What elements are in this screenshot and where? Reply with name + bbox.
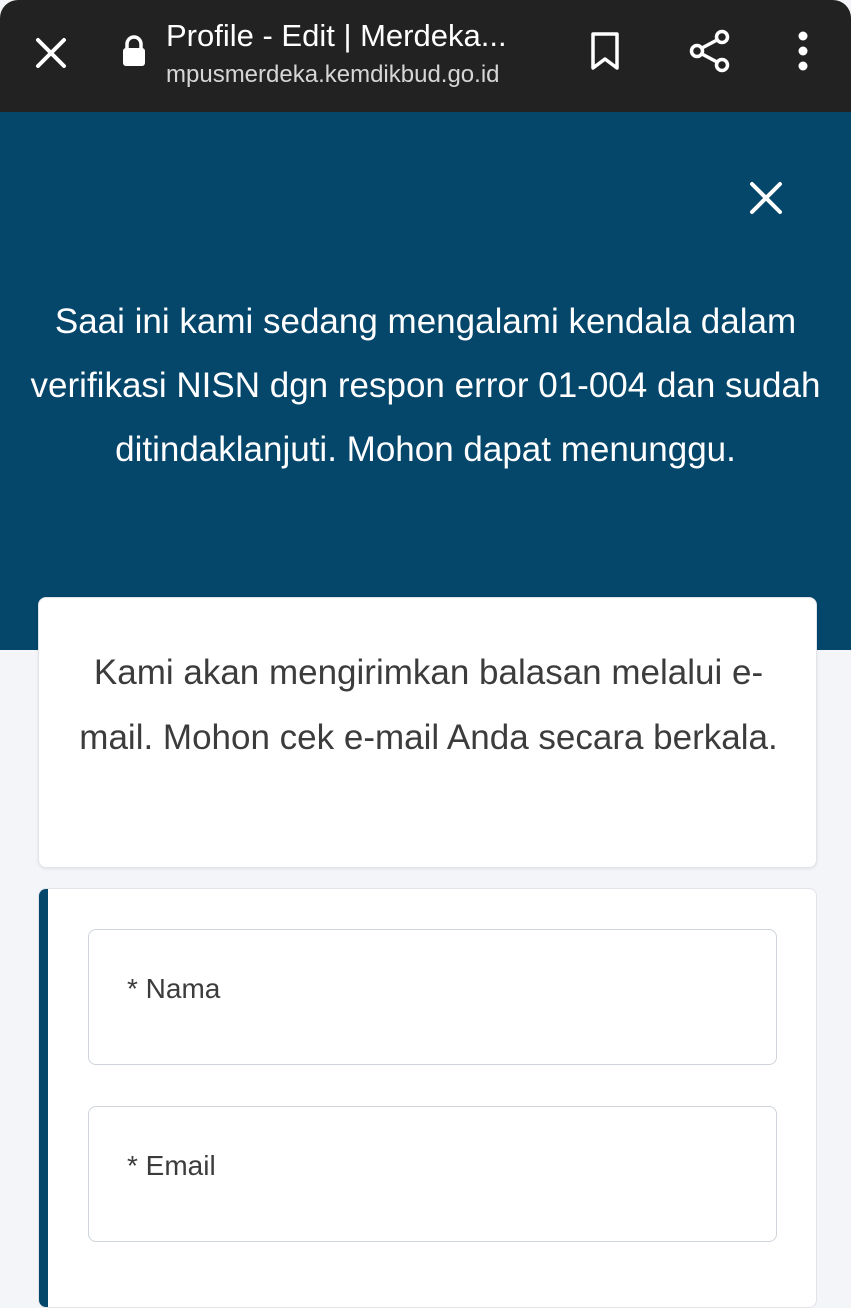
more-options-button[interactable] <box>778 26 828 76</box>
share-button[interactable] <box>685 26 735 76</box>
profile-form: * Nama * Email <box>38 888 817 1308</box>
close-tab-button[interactable] <box>26 28 76 78</box>
name-field[interactable]: * Nama <box>88 929 777 1065</box>
page-title: Profile - Edit | Merdeka... <box>166 18 507 53</box>
info-message: Kami akan mengirimkan balasan melalui e-… <box>79 653 778 757</box>
page-url[interactable]: mpusmerdeka.kemdikbud.go.id <box>166 59 500 91</box>
banner-close-button[interactable] <box>740 172 792 224</box>
name-field-label: * Nama <box>127 973 221 1004</box>
banner-message: Saai ini kami sedang mengalami kendala d… <box>30 302 821 469</box>
close-icon <box>750 182 782 214</box>
info-card: Kami akan mengirimkan balasan melalui e-… <box>38 597 817 868</box>
email-field-label: * Email <box>127 1150 216 1181</box>
notice-banner: Saai ini kami sedang mengalami kendala d… <box>0 112 851 650</box>
share-icon <box>689 29 730 73</box>
more-vert-icon <box>798 31 808 71</box>
form-accent-bar <box>39 889 48 1307</box>
lock-icon <box>123 35 145 66</box>
bookmark-icon <box>591 32 619 70</box>
close-icon <box>36 38 66 68</box>
browser-toolbar: Profile - Edit | Merdeka... mpusmerdeka.… <box>0 0 851 112</box>
bookmark-button[interactable] <box>580 26 630 76</box>
email-field[interactable]: * Email <box>88 1106 777 1242</box>
